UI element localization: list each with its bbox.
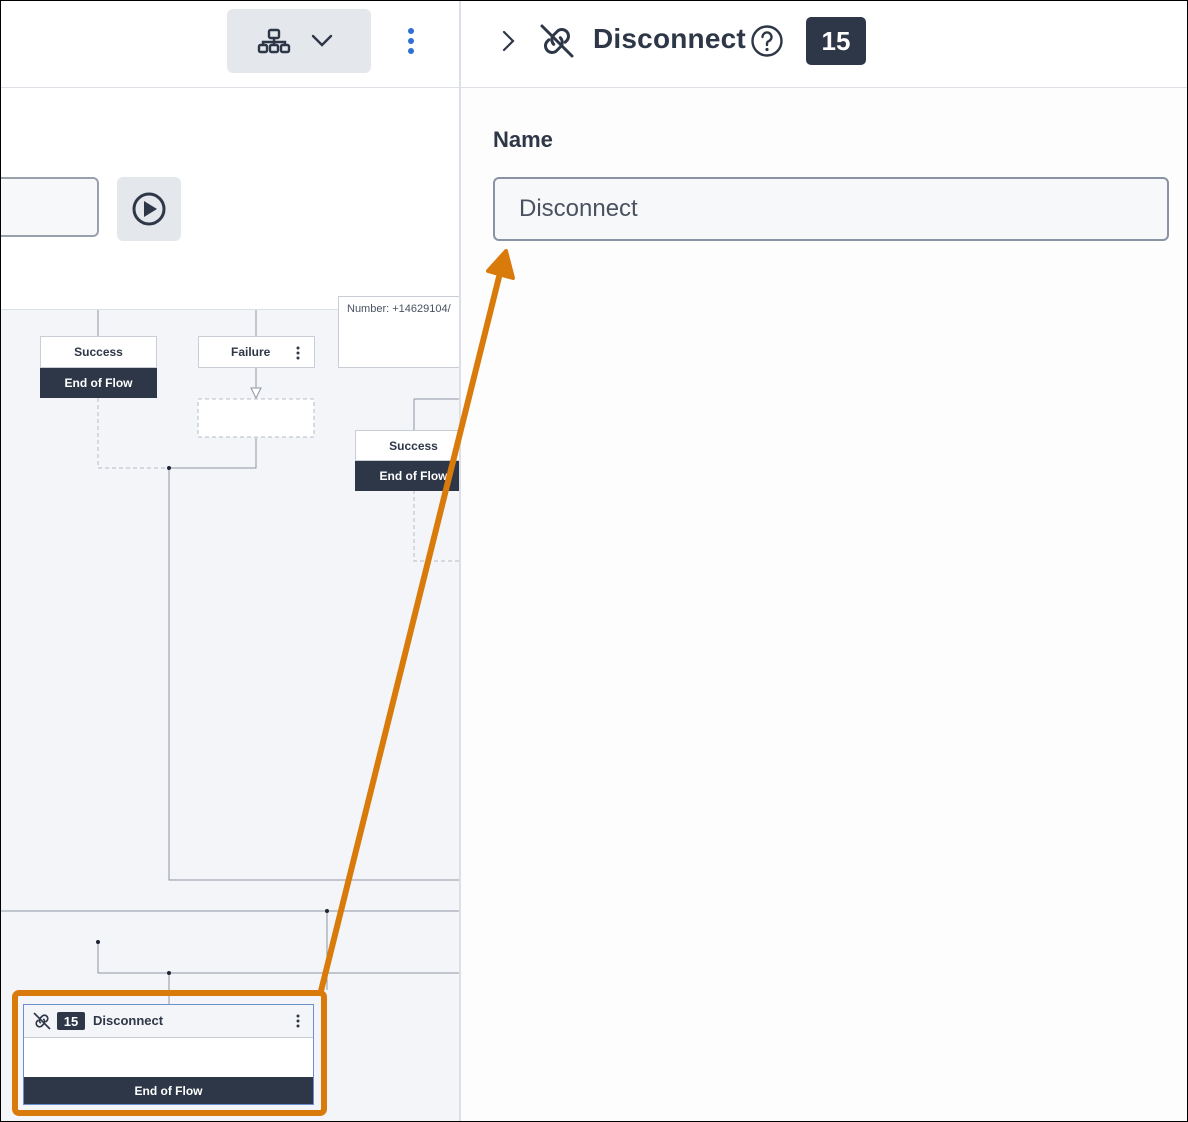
- more-vertical-icon: [408, 28, 414, 54]
- panel-header: Disconnect 15: [461, 1, 1187, 88]
- panel-title: Disconnect: [593, 23, 746, 54]
- canvas-controls-area: [1, 88, 459, 309]
- help-circle-icon: [751, 25, 783, 57]
- more-vertical-icon: [296, 346, 300, 360]
- chevron-down-icon: [311, 34, 333, 47]
- name-field[interactable]: [493, 177, 1169, 241]
- chevron-right-icon: [502, 30, 515, 52]
- canvas-search-input[interactable]: [1, 177, 99, 237]
- disconnect-node[interactable]: 15 Disconnect End of Flow: [23, 1004, 314, 1105]
- sitemap-icon: [257, 28, 291, 54]
- flow-editor-pane: Success End of Flow Failure Number: +146…: [1, 1, 478, 1121]
- run-flow-button[interactable]: [117, 177, 181, 241]
- help-button[interactable]: [749, 23, 785, 59]
- transfer-node-partial[interactable]: Number: +14629104/: [338, 296, 478, 368]
- end-of-flow-node[interactable]: End of Flow: [40, 368, 157, 398]
- canvas-toolbar: [1, 1, 459, 88]
- path-failure-label[interactable]: Failure: [198, 336, 315, 368]
- end-of-flow-node-2[interactable]: End of Flow: [355, 461, 472, 491]
- path-success-label[interactable]: Success: [40, 336, 157, 368]
- step-number-badge: 15: [57, 1012, 85, 1030]
- collapse-panel-button[interactable]: [495, 21, 525, 61]
- node-detail-text: Number: +14629104/: [347, 303, 451, 315]
- more-vertical-icon[interactable]: [296, 1014, 300, 1028]
- disconnect-node-header: 15 Disconnect: [24, 1005, 313, 1038]
- path-success-label-2[interactable]: Success: [355, 430, 472, 461]
- unlink-icon: [33, 1012, 51, 1030]
- end-of-flow-node-3[interactable]: End of Flow: [24, 1077, 313, 1104]
- more-options-button[interactable]: [395, 23, 427, 59]
- path-failure-text: Failure: [231, 345, 271, 359]
- app-window: Success End of Flow Failure Number: +146…: [0, 0, 1188, 1122]
- unlink-icon: [540, 24, 574, 58]
- step-number-badge: 15: [806, 17, 866, 65]
- name-field-label: Name: [493, 127, 553, 152]
- flow-canvas[interactable]: Success End of Flow Failure Number: +146…: [1, 296, 478, 1121]
- action-properties-panel: Disconnect 15 Name: [461, 1, 1187, 1121]
- disconnect-node-title: Disconnect: [93, 1013, 164, 1028]
- layout-dropdown-button[interactable]: [227, 9, 371, 73]
- play-circle-icon: [132, 192, 166, 226]
